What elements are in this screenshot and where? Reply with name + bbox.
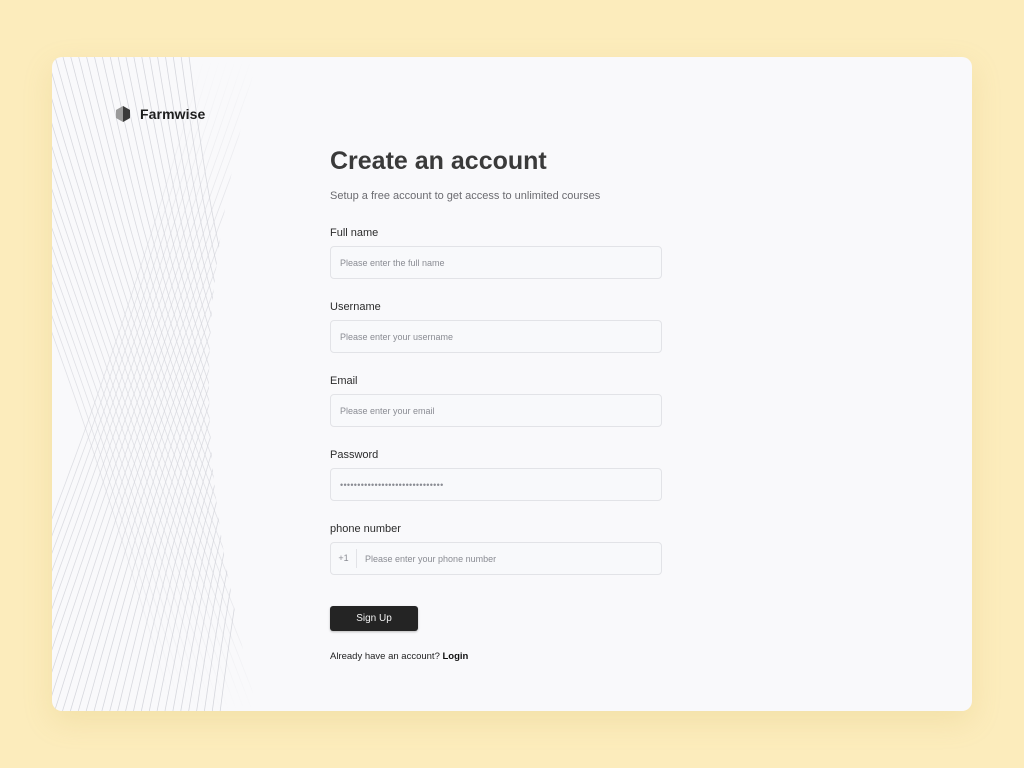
login-link[interactable]: Login [443, 651, 469, 662]
background-mesh-pattern [52, 57, 257, 711]
signup-form: Create an account Setup a free account t… [330, 145, 662, 663]
page-title: Create an account [330, 147, 547, 175]
sign-up-button[interactable]: Sign Up [330, 606, 418, 631]
username-field-group: Username [330, 300, 662, 353]
full-name-input[interactable] [330, 246, 662, 279]
login-prompt-text: Already have an account? [330, 651, 440, 662]
signup-card: Farmwise Create an account Setup a free … [52, 57, 972, 711]
password-input[interactable] [330, 468, 662, 501]
password-field-group: Password [330, 448, 662, 501]
phone-input-wrapper: +1 [330, 542, 662, 575]
password-label: Password [330, 449, 379, 461]
brand: Farmwise [116, 106, 205, 122]
page-subtitle: Setup a free account to get access to un… [330, 190, 601, 202]
full-name-label: Full name [330, 227, 379, 239]
username-label: Username [330, 301, 381, 313]
username-input[interactable] [330, 320, 662, 353]
login-prompt: Already have an account? Login [330, 651, 662, 663]
phone-field-group: phone number +1 [330, 522, 662, 575]
full-name-field-group: Full name [330, 226, 662, 279]
email-field-group: Email [330, 374, 662, 427]
phone-input[interactable] [357, 543, 661, 574]
hexagon-logo-icon [116, 106, 130, 122]
email-label: Email [330, 375, 358, 387]
email-input[interactable] [330, 394, 662, 427]
phone-country-code[interactable]: +1 [331, 549, 357, 568]
phone-label: phone number [330, 523, 401, 535]
brand-name: Farmwise [140, 106, 206, 122]
